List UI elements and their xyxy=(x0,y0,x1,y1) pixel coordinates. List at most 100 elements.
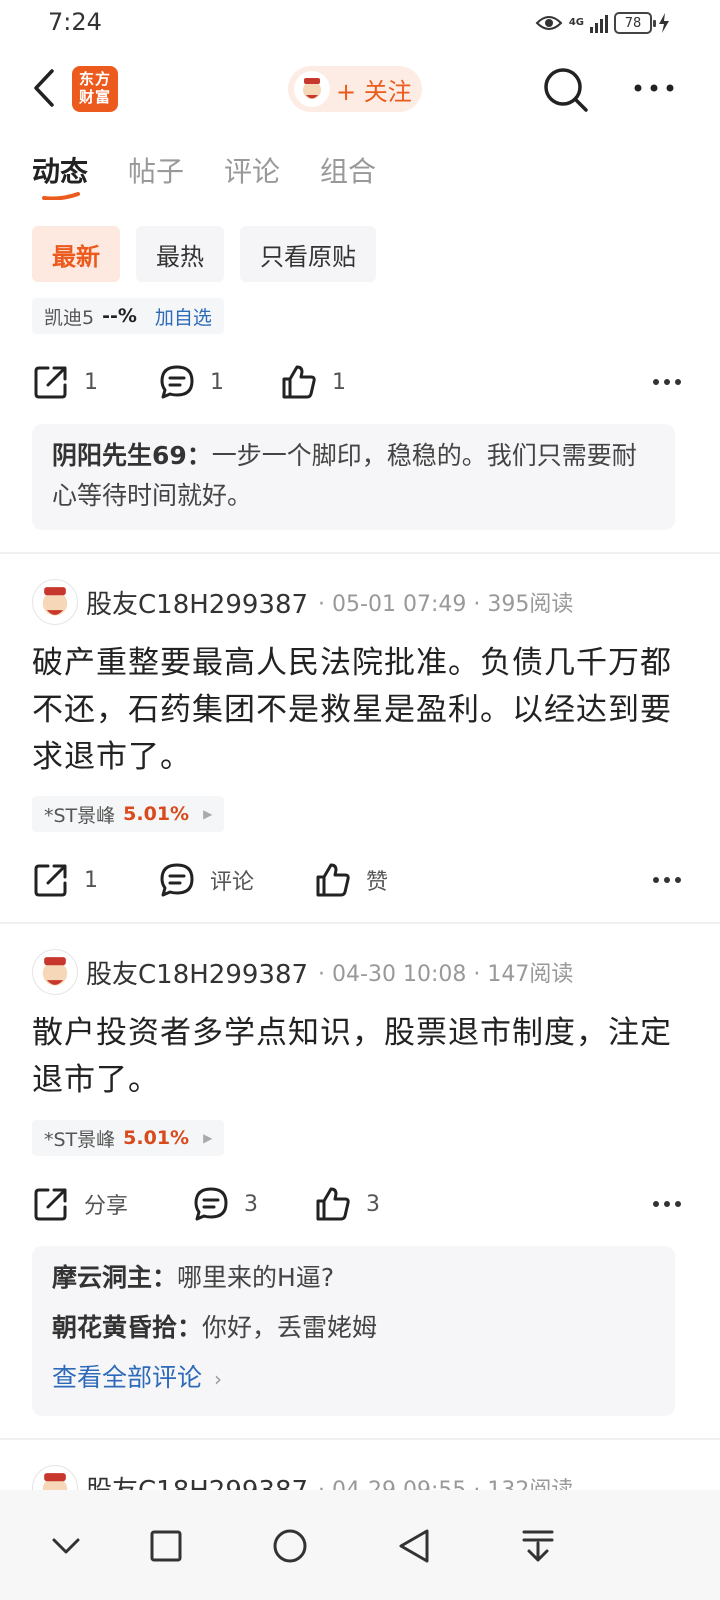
charging-icon xyxy=(659,13,669,33)
post-date: 05-01 07:49 xyxy=(332,592,467,617)
share-button[interactable]: 分享 xyxy=(32,1185,192,1223)
comment-text: 哪里来的H逼? xyxy=(177,1263,335,1292)
filter-latest[interactable]: 最新 xyxy=(32,226,120,282)
back-button[interactable] xyxy=(24,66,64,110)
pull-down-icon xyxy=(522,1530,554,1562)
avatar[interactable] xyxy=(32,579,78,625)
post-text[interactable]: 散户投资者多学点知识，股票退市制度，注定退市了。 xyxy=(32,1010,682,1104)
app-logo-text: 东方财富 xyxy=(78,70,111,106)
chevron-left-icon xyxy=(34,69,54,107)
status-time: 7:24 xyxy=(48,8,102,36)
post-meta: · 05-01 07:49 · 395阅读 xyxy=(318,592,574,617)
post-author[interactable]: 股友C18H299387 xyxy=(86,954,308,991)
post-meta: · 04-30 10:08 · 147阅读 xyxy=(318,962,574,987)
search-button[interactable] xyxy=(542,66,590,114)
comment-icon xyxy=(160,863,194,897)
tab-bar: 动态 帖子 评论 组合 xyxy=(32,150,376,200)
signal-icon xyxy=(590,13,608,33)
thumbs-up-icon xyxy=(282,365,316,399)
follow-label: + 关注 xyxy=(336,77,412,106)
share-icon xyxy=(34,366,67,399)
follow-button[interactable]: + 关注 xyxy=(288,66,422,112)
app-root: 7:24 4G 78 东方财富 + 关注 动态 帖子 评论 组合 最新 最热 只… xyxy=(0,0,720,1600)
action-row: 1 评论 赞 xyxy=(32,856,688,904)
avatar[interactable] xyxy=(32,949,78,995)
divider xyxy=(0,922,720,924)
tab-tiezi[interactable]: 帖子 xyxy=(128,150,184,198)
search-icon xyxy=(544,68,588,112)
status-bar: 7:24 4G 78 xyxy=(0,0,720,46)
post-text[interactable]: 破产重整要最高人民法院批准。负债几千万都不还，石药集团不是救星是盈利。以经达到要… xyxy=(32,640,682,781)
share-button[interactable]: 1 xyxy=(32,363,158,401)
square-icon xyxy=(150,1530,182,1562)
more-dots-icon[interactable] xyxy=(652,876,682,884)
filter-hot[interactable]: 最热 xyxy=(136,226,224,282)
tab-underline xyxy=(42,192,80,200)
view-all-label: 查看全部评论 xyxy=(52,1363,203,1392)
action-row: 1 1 1 xyxy=(32,358,688,406)
app-logo: 东方财富 xyxy=(72,66,118,112)
comment-author[interactable]: 阴阳先生69： xyxy=(52,441,212,470)
more-dots-icon xyxy=(634,84,674,92)
notification-pull-button[interactable] xyxy=(510,1518,566,1574)
share-count: 1 xyxy=(84,867,98,893)
follow-avatar xyxy=(294,71,330,107)
comment-button[interactable]: 1 xyxy=(158,363,280,401)
like-button[interactable]: 3 xyxy=(314,1185,380,1223)
system-back-button[interactable] xyxy=(386,1518,442,1574)
stock-change: 5.01% xyxy=(123,1127,190,1149)
recents-button[interactable] xyxy=(138,1518,194,1574)
filter-original-only[interactable]: 只看原贴 xyxy=(240,226,376,282)
stock-chip[interactable]: *ST景峰 5.01% ▶ xyxy=(32,1120,225,1156)
divider xyxy=(0,1438,720,1440)
eye-icon xyxy=(535,16,563,30)
comment-button[interactable]: 评论 xyxy=(158,861,314,899)
system-nav-bar xyxy=(0,1490,720,1600)
post-author[interactable]: 股友C18H299387 xyxy=(86,584,308,621)
stock-chip[interactable]: 凯迪5 --% 加自选 xyxy=(32,298,224,334)
tab-pinglun[interactable]: 评论 xyxy=(224,150,280,198)
comment-preview[interactable]: 阴阳先生69：一步一个脚印，稳稳的。我们只需要耐心等待时间就好。 xyxy=(32,424,675,530)
like-button[interactable]: 赞 xyxy=(314,861,388,899)
like-count: 3 xyxy=(366,1191,380,1217)
chevron-right-icon: › xyxy=(213,1367,222,1391)
stock-chip[interactable]: *ST景峰 5.01% ▶ xyxy=(32,796,225,832)
more-dots-icon[interactable] xyxy=(652,378,682,386)
comment-item: 阴阳先生69：一步一个脚印，稳稳的。我们只需要耐心等待时间就好。 xyxy=(52,436,655,516)
collapse-button[interactable] xyxy=(38,1518,94,1574)
chevron-down-icon xyxy=(52,1538,80,1554)
fortune-god-icon xyxy=(303,78,321,99)
more-button[interactable] xyxy=(634,76,674,100)
fortune-god-icon xyxy=(42,957,68,986)
like-label: 赞 xyxy=(366,870,389,895)
add-watchlist-button[interactable]: 加自选 xyxy=(155,303,212,330)
comment-count: 1 xyxy=(210,369,224,395)
tab-dongtai[interactable]: 动态 xyxy=(32,150,89,200)
comment-text: 你好，丢雷姥姆 xyxy=(202,1313,378,1342)
tab-label: 帖子 xyxy=(128,155,185,188)
post-reads: 147阅读 xyxy=(487,962,574,987)
tab-zuhe[interactable]: 组合 xyxy=(320,150,376,198)
like-button[interactable]: 1 xyxy=(280,363,346,401)
status-icons: 4G 78 xyxy=(535,10,670,36)
view-all-comments-link[interactable]: 查看全部评论 › xyxy=(52,1358,655,1399)
comment-preview[interactable]: 摩云洞主：哪里来的H逼? 朝花黄昏拾：你好，丢雷姥姆 查看全部评论 › xyxy=(32,1246,675,1416)
share-button[interactable]: 1 xyxy=(32,861,158,899)
tab-label: 评论 xyxy=(224,155,281,188)
play-arrow-icon: ▶ xyxy=(203,807,213,821)
share-label: 分享 xyxy=(84,1194,129,1219)
thumbs-up-icon xyxy=(316,1187,350,1221)
filter-bar: 最新 最热 只看原贴 xyxy=(32,226,376,282)
comment-count: 3 xyxy=(244,1191,258,1217)
stock-name: *ST景峰 xyxy=(44,1128,116,1151)
share-icon xyxy=(34,864,67,897)
action-row: 分享 3 3 xyxy=(32,1180,688,1228)
home-button[interactable] xyxy=(262,1518,318,1574)
comment-author[interactable]: 摩云洞主： xyxy=(52,1263,177,1292)
more-dots-icon[interactable] xyxy=(652,1200,682,1208)
comment-author[interactable]: 朝花黄昏拾： xyxy=(52,1313,202,1342)
comment-item: 摩云洞主：哪里来的H逼? xyxy=(52,1258,655,1298)
tab-label: 动态 xyxy=(32,155,89,188)
comment-button[interactable]: 3 xyxy=(192,1185,314,1223)
post-header: 股友C18H299387 · 04-30 10:08 · 147阅读 xyxy=(32,948,573,996)
